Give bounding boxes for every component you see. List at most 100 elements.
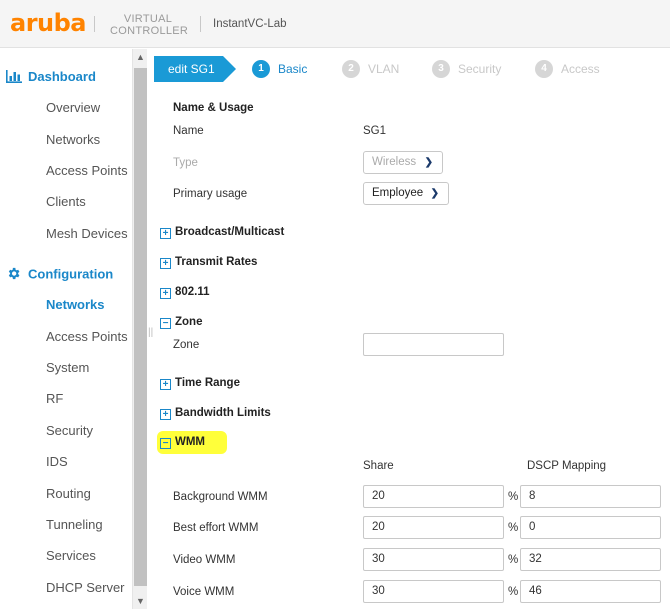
- wizard-step-basic[interactable]: 1 Basic: [252, 60, 307, 78]
- section-label: Broadcast/Multicast: [175, 226, 285, 238]
- gear-icon: [6, 266, 22, 284]
- sidebar: Dashboard Overview Networks Access Point…: [0, 49, 132, 609]
- network-form: Name & Usage Name SG1 Type Wireless ❯ Pri…: [150, 90, 670, 609]
- sidebar-section-configuration[interactable]: Configuration: [6, 266, 113, 284]
- sidebar-item-networks-dashboard[interactable]: Networks: [46, 132, 100, 147]
- video-wmm-dscp-input[interactable]: 32: [520, 548, 661, 571]
- primary-usage-select[interactable]: Employee ❯: [363, 182, 449, 205]
- video-wmm-share-input[interactable]: 30: [363, 548, 504, 571]
- expand-plus-icon: +: [160, 379, 171, 390]
- scroll-down-arrow-icon[interactable]: ▼: [133, 593, 148, 609]
- sidebar-item-system[interactable]: System: [46, 360, 89, 375]
- best-effort-wmm-share-input[interactable]: 20: [363, 516, 504, 539]
- step-label: Security: [458, 62, 502, 76]
- zone-input[interactable]: [363, 333, 504, 356]
- step-label: Access: [561, 62, 600, 76]
- voice-wmm-share-input[interactable]: 30: [363, 580, 504, 603]
- wmm-share-header: Share: [363, 460, 394, 472]
- type-select-value: Wireless: [372, 156, 417, 168]
- wmm-row-label: Best effort WMM: [173, 522, 259, 534]
- edit-network-tab[interactable]: edit SG1: [154, 56, 236, 82]
- section-label: Time Range: [175, 377, 240, 389]
- type-label: Type: [173, 157, 198, 169]
- percent-sign: %: [508, 554, 519, 566]
- virtual-controller-label: VIRTUAL CONTROLLER: [110, 13, 189, 37]
- primary-usage-label: Primary usage: [173, 188, 248, 200]
- step-label: VLAN: [368, 62, 400, 76]
- expand-plus-icon: +: [160, 409, 171, 420]
- zone-label: Zone: [173, 339, 200, 351]
- sidebar-item-ids[interactable]: IDS: [46, 454, 68, 469]
- expand-plus-icon: +: [160, 228, 171, 239]
- controller-name: InstantVC-Lab: [213, 18, 287, 30]
- sidebar-item-routing[interactable]: Routing: [46, 486, 91, 501]
- chevron-down-icon: ❯: [424, 157, 433, 168]
- percent-sign: %: [508, 491, 519, 503]
- wmm-row-label: Voice WMM: [173, 586, 235, 598]
- background-wmm-dscp-input[interactable]: 8: [520, 485, 661, 508]
- sidebar-item-tunneling[interactable]: Tunneling: [46, 517, 103, 532]
- virtual-label-line2: CONTROLLER: [110, 25, 189, 37]
- name-usage-title: Name & Usage: [173, 102, 254, 114]
- collapse-minus-icon: −: [160, 438, 171, 449]
- header-divider: [200, 16, 201, 32]
- sidebar-item-networks[interactable]: Networks: [46, 297, 105, 312]
- type-select: Wireless ❯: [363, 151, 443, 174]
- name-value: SG1: [363, 125, 387, 137]
- name-label: Name: [173, 125, 204, 137]
- section-time-range[interactable]: + Time Range: [160, 377, 240, 390]
- sidebar-section-dashboard-label: Dashboard: [28, 69, 96, 84]
- wizard-step-security[interactable]: 3 Security: [432, 60, 501, 78]
- section-broadcast-multicast[interactable]: + Broadcast/Multicast: [160, 226, 284, 239]
- sidebar-item-services[interactable]: Services: [46, 548, 96, 563]
- section-label: Zone: [175, 316, 203, 328]
- sidebar-item-clients[interactable]: Clients: [46, 194, 86, 209]
- primary-usage-value: Employee: [372, 187, 424, 199]
- step-number: 2: [342, 60, 360, 78]
- sidebar-item-dhcp-server[interactable]: DHCP Server: [46, 580, 125, 595]
- dashboard-chart-icon: [6, 69, 22, 86]
- section-zone[interactable]: − Zone: [160, 316, 202, 329]
- section-label: WMM: [175, 436, 206, 448]
- section-bandwidth-limits[interactable]: + Bandwidth Limits: [160, 407, 271, 420]
- wizard-step-access[interactable]: 4 Access: [535, 60, 600, 78]
- aruba-logo[interactable]: aruba: [10, 9, 87, 37]
- wmm-row-label: Background WMM: [173, 491, 268, 503]
- percent-sign: %: [508, 522, 519, 534]
- collapse-minus-icon: −: [160, 318, 171, 329]
- wmm-row-label: Video WMM: [173, 554, 236, 566]
- voice-wmm-dscp-input[interactable]: 46: [520, 580, 661, 603]
- section-transmit-rates[interactable]: + Transmit Rates: [160, 256, 257, 269]
- expand-plus-icon: +: [160, 258, 171, 269]
- step-label: Basic: [278, 62, 308, 76]
- scroll-up-arrow-icon[interactable]: ▲: [133, 49, 148, 65]
- chevron-down-icon: ❯: [430, 188, 439, 199]
- scrollbar-thumb[interactable]: [134, 68, 147, 586]
- sidebar-item-mesh-devices[interactable]: Mesh Devices: [46, 226, 128, 241]
- best-effort-wmm-dscp-input[interactable]: 0: [520, 516, 661, 539]
- section-wmm[interactable]: − WMM: [160, 436, 205, 449]
- sidebar-section-dashboard[interactable]: Dashboard: [6, 69, 96, 86]
- sidebar-item-rf[interactable]: RF: [46, 391, 63, 406]
- step-number: 1: [252, 60, 270, 78]
- section-80211[interactable]: +802.11: [160, 286, 210, 299]
- sidebar-item-access-points-dashboard[interactable]: Access Points: [46, 163, 128, 178]
- header-divider: [94, 16, 95, 32]
- step-number: 4: [535, 60, 553, 78]
- sidebar-scrollbar[interactable]: ▲ ▼: [132, 49, 147, 609]
- percent-sign: %: [508, 586, 519, 598]
- step-number: 3: [432, 60, 450, 78]
- virtual-label-line1: VIRTUAL: [123, 13, 173, 25]
- expand-plus-icon: +: [160, 288, 171, 299]
- sidebar-item-security[interactable]: Security: [46, 423, 93, 438]
- section-label: 802.11: [175, 286, 210, 298]
- sidebar-item-overview[interactable]: Overview: [46, 100, 100, 115]
- sidebar-section-configuration-label: Configuration: [28, 266, 114, 282]
- background-wmm-share-input[interactable]: 20: [363, 485, 504, 508]
- section-label: Transmit Rates: [175, 256, 258, 268]
- wizard-step-vlan[interactable]: 2 VLAN: [342, 60, 399, 78]
- sidebar-item-access-points[interactable]: Access Points: [46, 329, 128, 344]
- wmm-dscp-header: DSCP Mapping: [527, 460, 607, 472]
- top-bar: aruba VIRTUAL CONTROLLER InstantVC-Lab: [0, 0, 670, 48]
- section-label: Bandwidth Limits: [175, 407, 271, 419]
